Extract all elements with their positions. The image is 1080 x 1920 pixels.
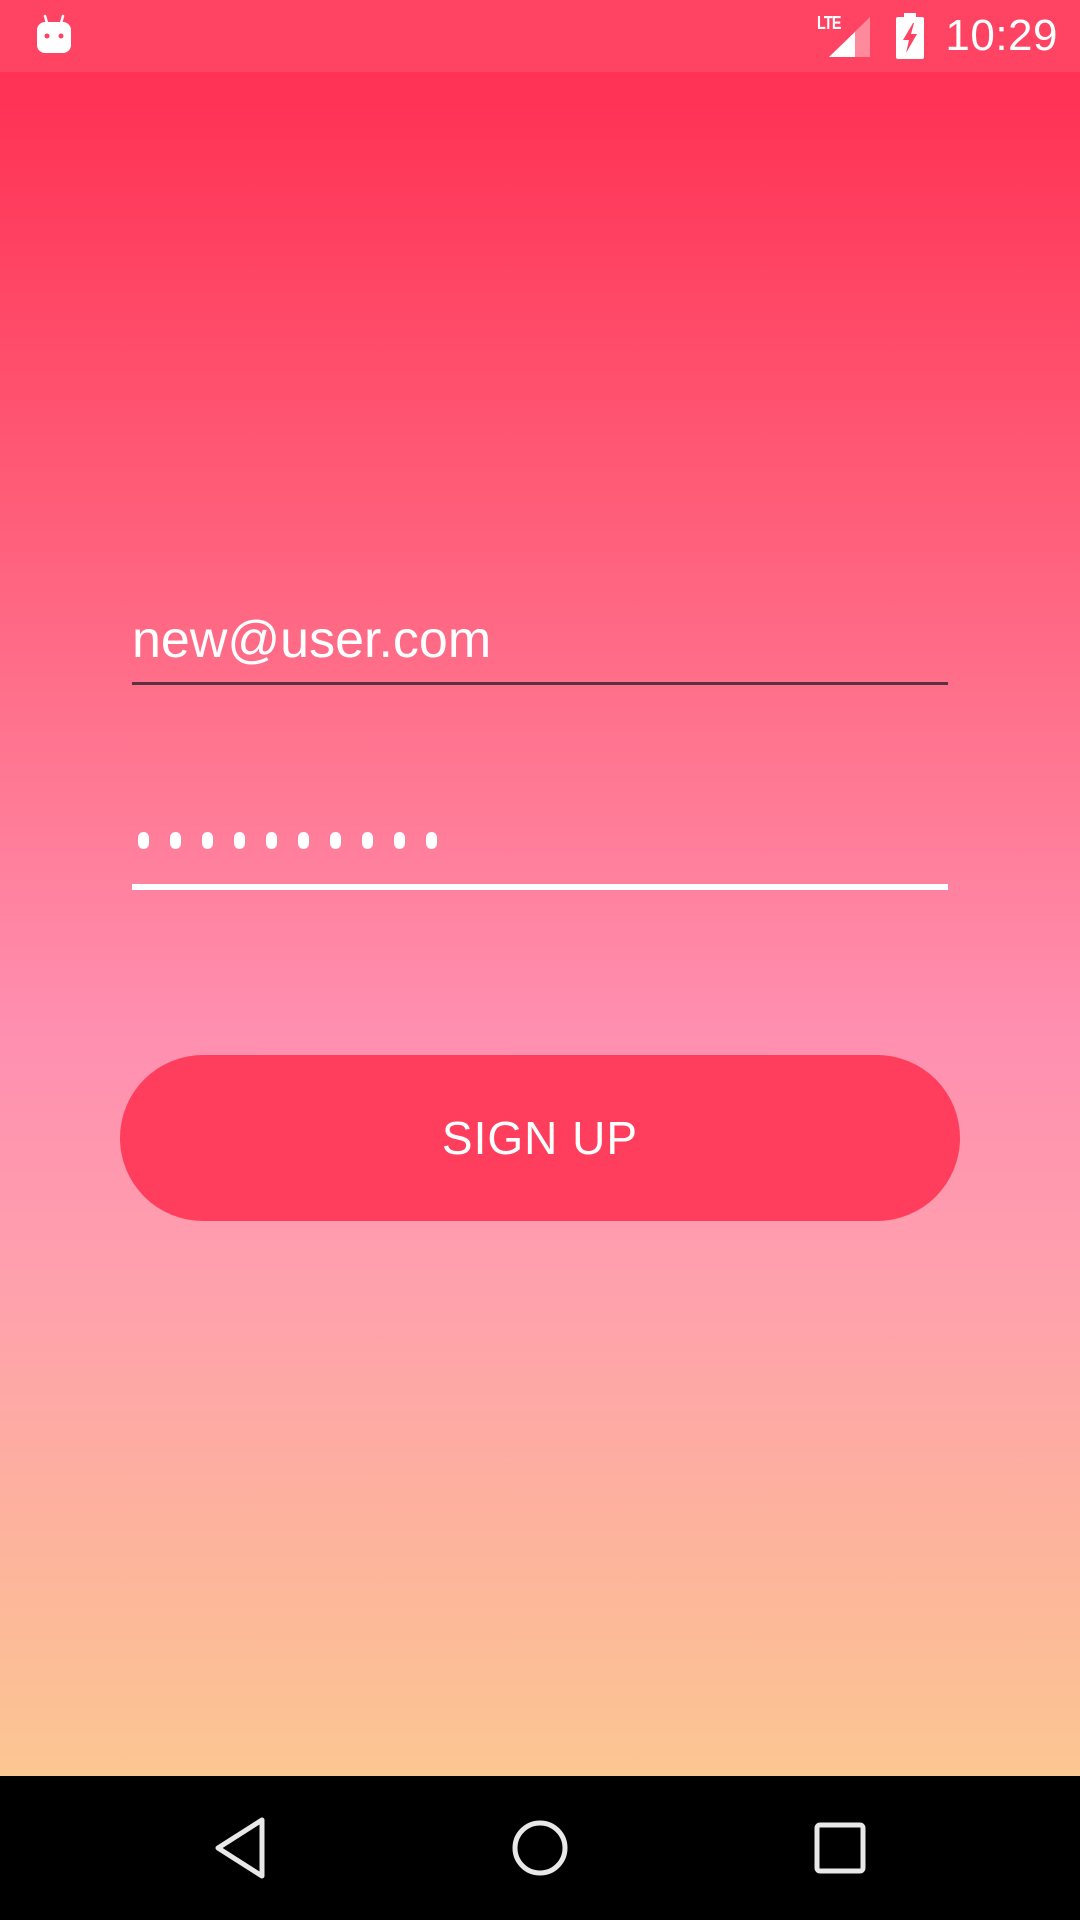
password-dot: [394, 832, 405, 849]
password-dot: [266, 832, 277, 849]
password-dot: [138, 832, 149, 849]
password-dot: [234, 832, 245, 849]
password-underline: [132, 884, 948, 890]
email-underline: [132, 682, 948, 685]
email-field[interactable]: new@user.com: [132, 606, 948, 686]
email-input-value[interactable]: new@user.com: [132, 614, 491, 666]
home-circle-icon[interactable]: [490, 1798, 590, 1898]
password-dot: [202, 832, 213, 849]
password-dot: [298, 832, 309, 849]
password-masked-value[interactable]: [138, 832, 437, 849]
password-dot: [170, 832, 181, 849]
signal-icon: LTE: [817, 13, 873, 59]
password-dot: [426, 832, 437, 849]
status-bar: LTE 10:29: [0, 0, 1080, 72]
android-debug-icon: [37, 14, 71, 53]
battery-charging-icon: [896, 13, 925, 59]
password-dot: [330, 832, 341, 849]
password-dot: [362, 832, 373, 849]
signup-screen: LTE 10:29 new@user.com SIGN UP: [0, 0, 1080, 1920]
password-field[interactable]: [132, 810, 948, 892]
sign-up-button[interactable]: SIGN UP: [120, 1055, 960, 1221]
back-triangle-icon[interactable]: [190, 1798, 290, 1898]
recents-square-icon[interactable]: [790, 1798, 890, 1898]
navigation-bar: [0, 1776, 1080, 1920]
status-icons: LTE 10:29: [817, 0, 1058, 72]
status-time: 10:29: [945, 11, 1058, 60]
